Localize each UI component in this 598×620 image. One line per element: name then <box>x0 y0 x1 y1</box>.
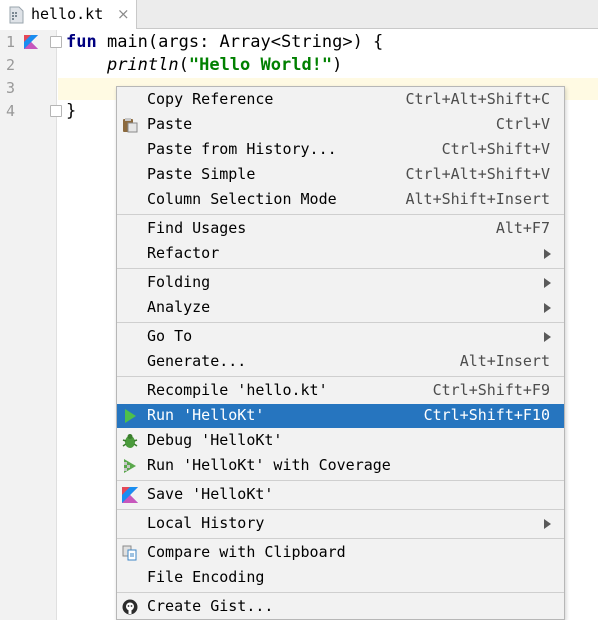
menu-item-label: Copy Reference <box>147 90 274 108</box>
menu-item-run[interactable]: Run 'HelloKt' Ctrl+Shift+F10 <box>117 404 564 428</box>
kotlin-icon <box>122 487 138 503</box>
kotlin-run-gutter-icon[interactable] <box>24 35 38 49</box>
menu-item-label: Paste <box>147 115 193 133</box>
menu-item-label: Run 'HelloKt' with Coverage <box>147 456 391 474</box>
menu-separator <box>117 480 564 481</box>
menu-separator <box>117 322 564 323</box>
menu-item-label: Local History <box>147 514 265 532</box>
menu-item-label: Generate... <box>147 352 247 370</box>
menu-item-label: Paste Simple <box>147 165 256 183</box>
menu-item-shortcut: Alt+Insert <box>459 352 550 370</box>
string-literal: "Hello World!" <box>188 55 333 75</box>
menu-item-folding[interactable]: Folding <box>117 271 564 295</box>
menu-item-shortcut: Ctrl+V <box>495 115 550 133</box>
submenu-arrow-icon <box>544 303 551 313</box>
code-text: } <box>66 101 77 121</box>
function-call: println <box>106 55 179 75</box>
menu-item-local-history[interactable]: Local History <box>117 512 564 536</box>
submenu-arrow-icon <box>544 249 551 259</box>
menu-item-label: Find Usages <box>147 219 247 237</box>
menu-item-label: Recompile 'hello.kt' <box>147 381 328 399</box>
menu-separator <box>117 592 564 593</box>
menu-item-find-usages[interactable]: Find Usages Alt+F7 <box>117 217 564 241</box>
code-text: main(args: Array<String>) { <box>96 32 384 52</box>
menu-item-label: Analyze <box>147 298 211 316</box>
paste-icon <box>123 118 138 133</box>
menu-item-copy-reference[interactable]: Copy Reference Ctrl+Alt+Shift+C <box>117 88 564 112</box>
menu-item-shortcut: Ctrl+Alt+Shift+C <box>405 90 551 108</box>
menu-item-refactor[interactable]: Refactor <box>117 242 564 266</box>
line-number: 1 <box>6 33 16 51</box>
submenu-arrow-icon <box>544 278 551 288</box>
coverage-icon <box>124 459 136 473</box>
menu-item-column-selection-mode[interactable]: Column Selection Mode Alt+Shift+Insert <box>117 188 564 212</box>
menu-item-paste-from-history[interactable]: Paste from History... Ctrl+Shift+V <box>117 138 564 162</box>
menu-item-shortcut: Ctrl+Shift+V <box>441 140 550 158</box>
menu-separator <box>117 268 564 269</box>
menu-separator <box>117 376 564 377</box>
menu-item-file-encoding[interactable]: File Encoding <box>117 566 564 590</box>
debug-icon <box>122 434 138 448</box>
menu-item-paste[interactable]: Paste Ctrl+V <box>117 113 564 137</box>
menu-item-debug[interactable]: Debug 'HelloKt' <box>117 429 564 453</box>
menu-item-label: Compare with Clipboard <box>147 543 346 561</box>
menu-item-recompile[interactable]: Recompile 'hello.kt' Ctrl+Shift+F9 <box>117 379 564 403</box>
menu-item-label: Go To <box>147 327 193 345</box>
context-menu: Copy Reference Ctrl+Alt+Shift+C Paste Ct… <box>116 86 565 620</box>
menu-separator <box>117 214 564 215</box>
run-icon <box>125 409 136 423</box>
line-number: 2 <box>6 56 16 74</box>
menu-item-label: Run 'HelloKt' <box>147 406 265 424</box>
kotlin-file-icon <box>9 6 24 24</box>
code-line-1: fun main(args: Array<String>) { <box>66 32 383 52</box>
code-line-2: println("Hello World!") <box>66 55 342 75</box>
menu-item-shortcut: Ctrl+Shift+F10 <box>423 406 550 424</box>
menu-item-analyze[interactable]: Analyze <box>117 296 564 320</box>
menu-item-paste-simple[interactable]: Paste Simple Ctrl+Alt+Shift+V <box>117 163 564 187</box>
paren: ( <box>178 55 189 75</box>
keyword: fun <box>66 32 97 52</box>
menu-item-label: Debug 'HelloKt' <box>147 431 283 449</box>
menu-item-label: Folding <box>147 273 211 291</box>
menu-item-label: Save 'HelloKt' <box>147 485 274 503</box>
code-line-4: } <box>66 101 76 121</box>
menu-item-generate[interactable]: Generate... Alt+Insert <box>117 350 564 374</box>
paren: ) <box>332 55 343 75</box>
line-number: 3 <box>6 79 16 97</box>
tab-label: hello.kt <box>31 5 104 23</box>
close-icon[interactable]: × <box>117 5 130 23</box>
menu-separator <box>117 509 564 510</box>
tab-hello-kt[interactable]: hello.kt × <box>0 0 137 29</box>
github-icon <box>122 599 138 615</box>
line-number: 4 <box>6 102 16 120</box>
menu-item-go-to[interactable]: Go To <box>117 325 564 349</box>
menu-item-compare-with-clipboard[interactable]: Compare with Clipboard <box>117 541 564 565</box>
menu-item-label: Column Selection Mode <box>147 190 337 208</box>
submenu-arrow-icon <box>544 332 551 342</box>
submenu-arrow-icon <box>544 519 551 529</box>
compare-icon <box>122 545 137 561</box>
menu-item-save-hellokt[interactable]: Save 'HelloKt' <box>117 483 564 507</box>
menu-item-shortcut: Alt+F7 <box>495 219 550 237</box>
menu-item-create-gist[interactable]: Create Gist... <box>117 595 564 619</box>
menu-item-shortcut: Ctrl+Shift+F9 <box>432 381 550 399</box>
editor-gutter: 1 2 3 4 <box>0 30 62 620</box>
menu-separator <box>117 538 564 539</box>
menu-item-label: File Encoding <box>147 568 265 586</box>
menu-item-shortcut: Alt+Shift+Insert <box>405 190 551 208</box>
menu-item-label: Paste from History... <box>147 140 337 158</box>
menu-item-run-with-coverage[interactable]: Run 'HelloKt' with Coverage <box>117 454 564 478</box>
menu-item-label: Refactor <box>147 244 220 262</box>
menu-item-label: Create Gist... <box>147 597 274 615</box>
editor-tab-bar: hello.kt × <box>0 0 598 29</box>
menu-item-shortcut: Ctrl+Alt+Shift+V <box>405 165 551 183</box>
